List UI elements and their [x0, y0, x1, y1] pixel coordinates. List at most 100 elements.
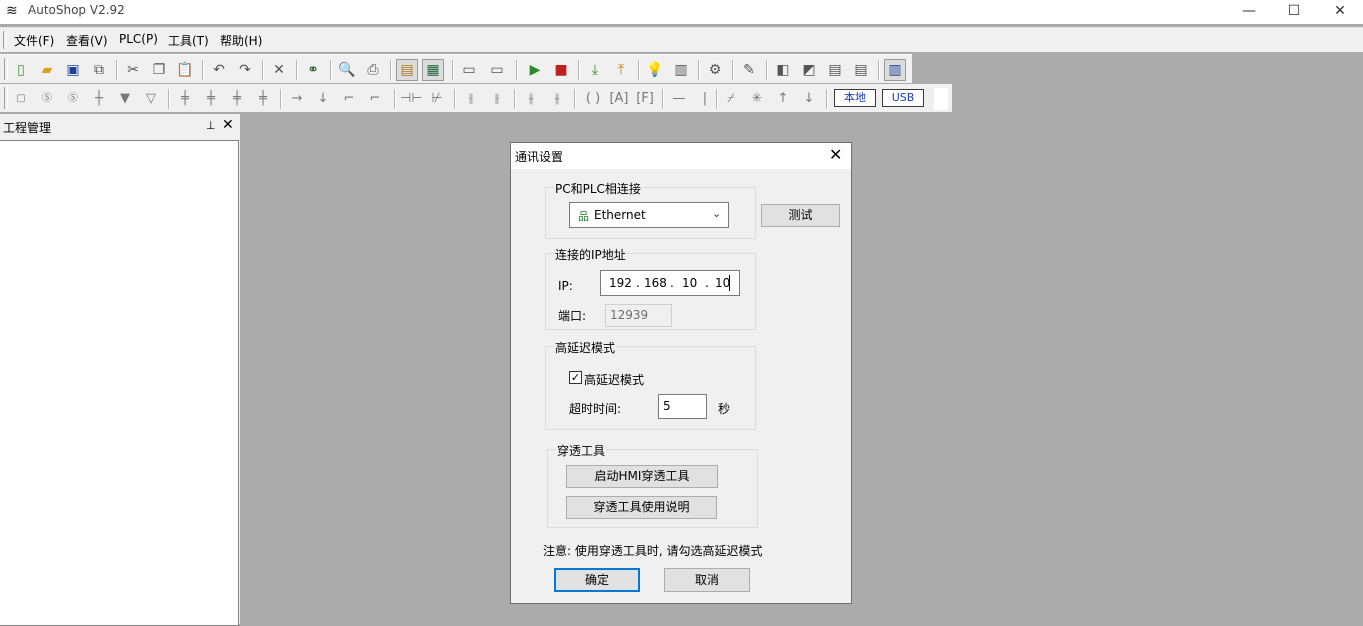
redo-icon[interactable]: ↷	[234, 59, 256, 81]
arrow-up-icon[interactable]: ↑	[772, 88, 794, 110]
start-hmi-tunnel-button[interactable]: 启动HMI穿透工具	[566, 465, 718, 488]
hline-draw-icon[interactable]: —	[668, 88, 690, 110]
toolbar-separator	[262, 60, 264, 80]
project-tree[interactable]	[0, 140, 239, 626]
ladder-toolbar: ▢ Ⓢ Ⓢ ┼ ▼ ▽ ╪ ╪ ╪ ╪ → ↓ ⌐ ⌐ ⊣⊢ ⊬ ⫲ ⫲ ⫳ ⫳…	[0, 84, 952, 112]
contact-insert-3-icon[interactable]: ╪	[226, 88, 248, 110]
ip-octet-4: 10	[715, 276, 731, 290]
dialog-close-icon[interactable]: ✕	[829, 145, 842, 164]
main-toolbar: ▯ ▰ ▣ ⧉ ✂ ❐ 📋 ↶ ↷ ✕ ⚭ 🔍 ⎙ ▤ ▦ ▭ ▭ ▶ ■ ⤓ …	[0, 54, 912, 83]
new-file-icon[interactable]: ▯	[10, 59, 32, 81]
close-icon[interactable]: ✕	[1317, 0, 1363, 22]
usb-button[interactable]: USB	[882, 89, 924, 107]
cross-line-icon[interactable]: ┼	[88, 88, 110, 110]
print-preview-icon[interactable]: 🔍	[336, 59, 358, 81]
vline-draw-icon[interactable]: |	[694, 88, 716, 110]
line-corner-icon[interactable]: ⌐	[338, 88, 360, 110]
upload-icon[interactable]: ⤒	[610, 59, 632, 81]
run-icon[interactable]: ▶	[524, 59, 546, 81]
cancel-button[interactable]: 取消	[664, 568, 750, 592]
toolbar-separator	[116, 60, 118, 80]
toolbar-grip	[4, 58, 8, 80]
timeout-input[interactable]: 5	[658, 394, 707, 419]
invert-icon[interactable]: ⫳	[520, 88, 542, 110]
nc-contact-icon[interactable]: ⊬	[426, 88, 448, 110]
save-icon[interactable]: ▣	[62, 59, 84, 81]
local-button[interactable]: 本地	[834, 89, 876, 107]
coil-icon[interactable]: ( )	[582, 88, 604, 110]
falling-edge-icon[interactable]: ⫲	[486, 88, 508, 110]
panel-close-icon[interactable]: ✕	[222, 117, 234, 133]
connection-type-select[interactable]: 品 Ethernet ⌄	[569, 202, 729, 228]
menu-plc[interactable]: PLC(P)	[119, 32, 158, 46]
save-all-icon[interactable]: ⧉	[88, 59, 110, 81]
toolbar-separator	[330, 60, 332, 80]
delete-hline-icon[interactable]: ⌿	[720, 88, 742, 110]
instruction-icon[interactable]: [A]	[608, 88, 630, 110]
communication-settings-dialog: 通讯设置 ✕ PC和PLC相连接 品 Ethernet ⌄ 测试 连接的IP地址…	[510, 142, 852, 604]
menu-view[interactable]: 查看(V)	[66, 32, 108, 49]
maximize-icon[interactable]: ☐	[1271, 0, 1317, 22]
monitor-ram-icon[interactable]: ▥	[670, 59, 692, 81]
menu-help[interactable]: 帮助(H)	[220, 32, 262, 49]
delete-vline-icon[interactable]: ✳	[746, 88, 768, 110]
toolbar-separator	[394, 89, 396, 109]
view-toggle-2-icon[interactable]: ▭	[486, 59, 508, 81]
tunnel-help-button[interactable]: 穿透工具使用说明	[566, 496, 717, 519]
dialog-title-bar: 通讯设置 ✕	[511, 143, 851, 169]
contact-insert-4-icon[interactable]: ╪	[252, 88, 274, 110]
pin-icon[interactable]: ⊥	[206, 119, 216, 132]
contact-insert-icon[interactable]: ╪	[174, 88, 196, 110]
ip-address-input[interactable]: 192 . 168 . 10 . 10	[600, 270, 740, 296]
ok-button[interactable]: 确定	[554, 568, 640, 592]
block-2-icon[interactable]: ◩	[798, 59, 820, 81]
paste-icon[interactable]: 📋	[174, 59, 196, 81]
block-1-icon[interactable]: ◧	[772, 59, 794, 81]
menu-tools[interactable]: 工具(T)	[168, 32, 209, 49]
block-3-icon[interactable]: ▤	[824, 59, 846, 81]
contact-insert-2-icon[interactable]: ╪	[200, 88, 222, 110]
line-corner-2-icon[interactable]: ⌐	[364, 88, 386, 110]
project-panel: 工程管理 ⊥ ✕	[0, 114, 240, 626]
undo-icon[interactable]: ↶	[208, 59, 230, 81]
step-mode-icon[interactable]: Ⓢ	[36, 88, 58, 110]
open-folder-icon[interactable]: ▰	[36, 59, 58, 81]
chart-icon[interactable]: ▥	[884, 59, 906, 81]
port-value: 12939	[610, 308, 649, 322]
ladder-mode-icon[interactable]: ▢	[10, 88, 32, 110]
stop-icon[interactable]: ■	[550, 59, 572, 81]
menu-file[interactable]: 文件(F)	[14, 32, 54, 49]
high-latency-label[interactable]: 高延迟模式	[584, 371, 644, 388]
vertical-line-icon[interactable]: ↓	[312, 88, 334, 110]
arrow-down-icon[interactable]: ↓	[798, 88, 820, 110]
copy-icon[interactable]: ❐	[148, 59, 170, 81]
function-icon[interactable]: [F]	[634, 88, 656, 110]
find-binoculars-icon[interactable]: ⚭	[302, 59, 324, 81]
block-4-icon[interactable]: ▤	[850, 59, 872, 81]
high-latency-checkbox[interactable]: ✓	[569, 371, 582, 384]
project-window-icon[interactable]: ▤	[396, 59, 418, 81]
no-contact-icon[interactable]: ⊣⊢	[400, 88, 423, 110]
view-toggle-1-icon[interactable]: ▭	[458, 59, 480, 81]
edit-icon[interactable]: ✎	[738, 59, 760, 81]
down-arrow-outline-icon[interactable]: ▽	[140, 88, 162, 110]
step-mode-2-icon[interactable]: Ⓢ	[62, 88, 84, 110]
download-icon[interactable]: ⤓	[584, 59, 606, 81]
horizontal-line-icon[interactable]: →	[286, 88, 308, 110]
info-window-icon[interactable]: ▦	[422, 59, 444, 81]
settings-icon[interactable]: ⚙	[704, 59, 726, 81]
toolbar-separator	[454, 89, 456, 109]
invert-2-icon[interactable]: ⫳	[546, 88, 568, 110]
port-input: 12939	[605, 304, 672, 327]
cut-icon[interactable]: ✂	[122, 59, 144, 81]
monitor-bulb-icon[interactable]: 💡	[644, 59, 666, 81]
toolbar-separator	[452, 60, 454, 80]
test-button[interactable]: 测试	[761, 204, 840, 227]
toolbar-separator	[574, 89, 576, 109]
down-arrow-icon[interactable]: ▼	[114, 88, 136, 110]
print-icon[interactable]: ⎙	[362, 59, 384, 81]
ip-octet-2: 168	[644, 276, 667, 290]
rising-edge-icon[interactable]: ⫲	[460, 88, 482, 110]
minimize-icon[interactable]: —	[1226, 0, 1272, 22]
delete-icon[interactable]: ✕	[268, 59, 290, 81]
